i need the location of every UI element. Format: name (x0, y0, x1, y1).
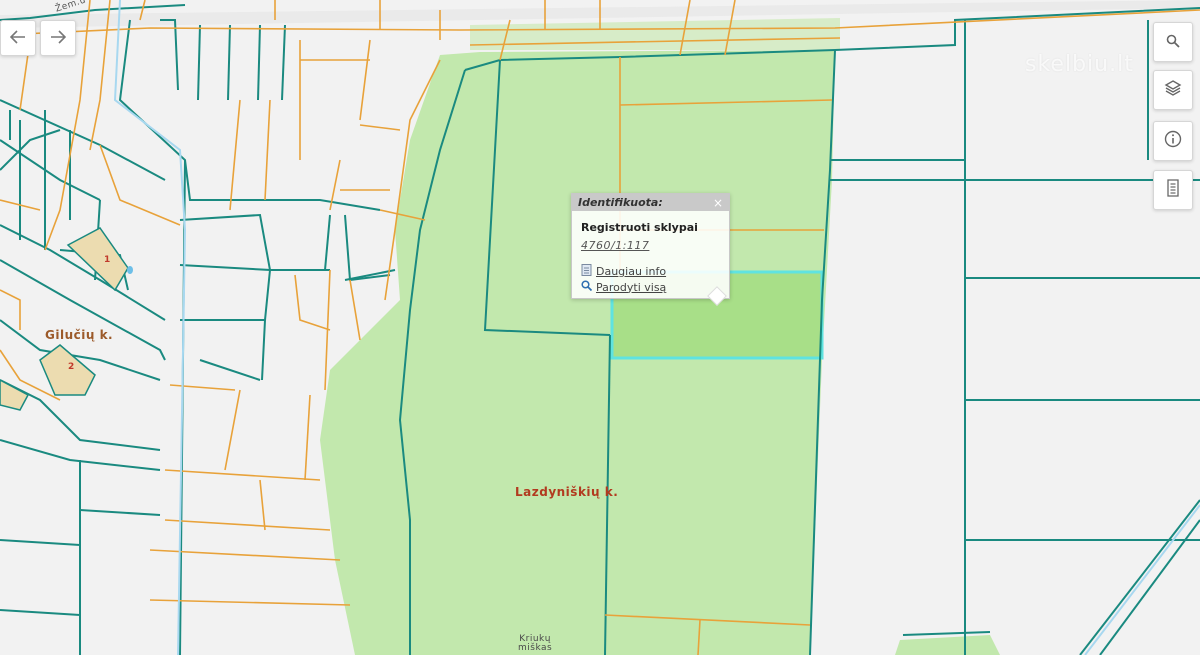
watermark: skelbiu.lt (1025, 52, 1134, 77)
show-all-label: Parodyti visą (596, 280, 667, 294)
back-button[interactable] (0, 20, 36, 56)
layers-icon (1164, 79, 1182, 101)
document-icon (1165, 179, 1181, 201)
legend-button[interactable] (1153, 170, 1193, 210)
parcel-id-link[interactable]: 4760/1:117 (581, 239, 649, 252)
forest-label: Kriukų miškas (518, 635, 552, 653)
cadastral-map[interactable] (0, 0, 1200, 655)
forward-button[interactable] (40, 20, 76, 56)
more-info-label: Daugiau info (596, 265, 667, 278)
popup-layer-name: Registruoti sklypai (581, 221, 698, 234)
popup-title: Identifikuota: (578, 196, 663, 209)
popup-body: Registruoti sklypai 4760/1:117 Daugiau i… (572, 211, 729, 294)
identify-popup: Identifikuota: × Registruoti sklypai 476… (571, 193, 730, 299)
close-icon[interactable]: × (713, 196, 723, 210)
popup-header: Identifikuota: × (572, 194, 729, 211)
house-number-1: 1 (104, 255, 111, 265)
house-number-2: 2 (68, 362, 75, 372)
info-icon (1164, 130, 1182, 152)
more-info-link[interactable]: Daugiau info (581, 264, 720, 279)
info-button[interactable] (1153, 121, 1193, 161)
document-small-icon (581, 264, 592, 279)
layers-button[interactable] (1153, 70, 1193, 110)
magnifier-small-icon (581, 280, 593, 294)
search-icon (1166, 33, 1180, 52)
forest-label-line2: miškas (518, 643, 553, 653)
search-button[interactable] (1153, 22, 1193, 62)
village-label-lazdyniskiu: Lazdyniškių k. (515, 485, 619, 499)
village-label-giluciu: Gilučių k. (45, 328, 114, 342)
show-all-link[interactable]: Parodyti visą (581, 280, 720, 294)
arrow-left-icon (9, 28, 26, 49)
arrow-right-icon (50, 28, 67, 49)
